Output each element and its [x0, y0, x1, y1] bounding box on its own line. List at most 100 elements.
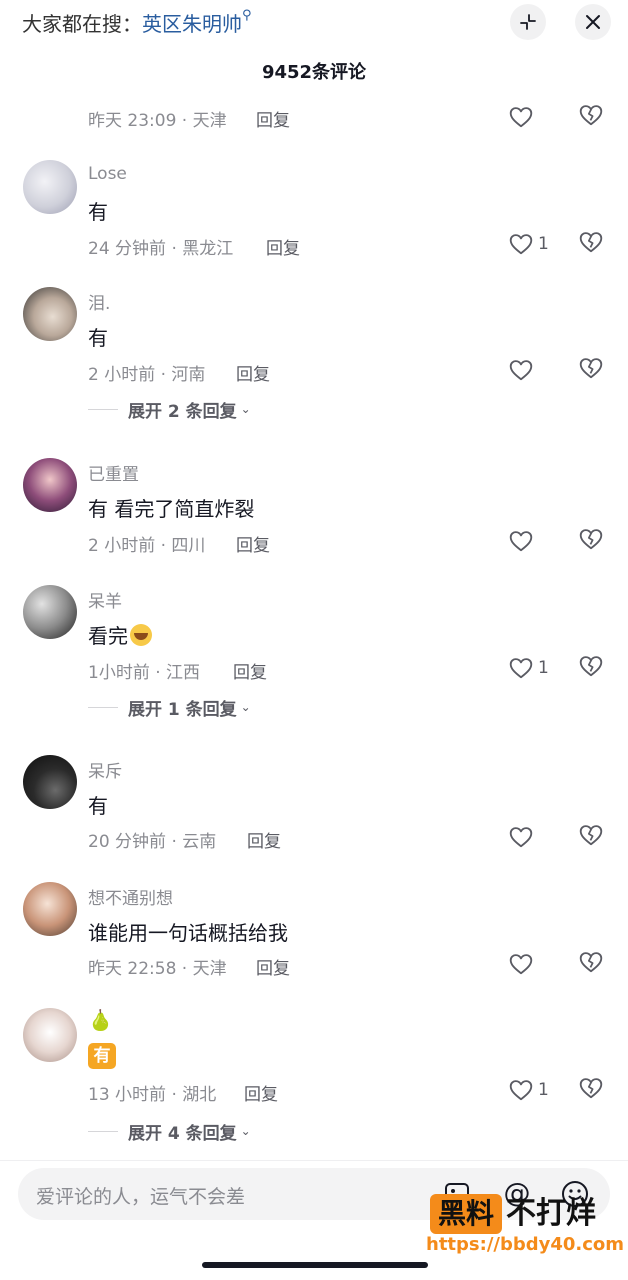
dislike-button[interactable] [578, 229, 608, 259]
broken-heart-icon [579, 952, 603, 973]
reply-button[interactable]: 回复 [236, 360, 270, 385]
expand-replies-button[interactable]: 展开 2 条回复 ⌄ [88, 397, 251, 422]
like-button[interactable] [508, 355, 556, 385]
comment-meta: 昨天 22:58 · 天津 [88, 959, 227, 979]
reply-button[interactable]: 回复 [244, 1080, 278, 1105]
broken-heart-icon [579, 825, 603, 846]
comment-meta: 2 小时前 · 河南 [88, 365, 206, 385]
comment-meta: 24 分钟前 · 黑龙江 [88, 239, 234, 259]
comment-text-value: 有 [88, 1043, 116, 1069]
comment-username[interactable]: 想不通别想 [88, 884, 173, 909]
like-count: 1 [538, 234, 549, 254]
search-suggestion[interactable]: 大家都在搜：英区朱明帅⚲ [22, 8, 252, 37]
reply-button[interactable]: 回复 [266, 234, 300, 259]
like-count: 1 [538, 658, 549, 678]
watermark-text: 不打烊 [506, 1196, 596, 1231]
broken-heart-icon [579, 656, 603, 677]
broken-heart-icon [579, 529, 603, 550]
broken-heart-icon [579, 1078, 603, 1099]
like-button[interactable] [508, 822, 556, 852]
broken-heart-icon [579, 358, 603, 379]
like-button[interactable] [508, 102, 556, 132]
avatar[interactable] [23, 585, 77, 639]
reply-button[interactable]: 回复 [236, 531, 270, 556]
expand-replies-label: 展开 4 条回复 [128, 1123, 237, 1144]
expand-replies-button[interactable]: 展开 4 条回复 ⌄ [88, 1119, 251, 1144]
reply-button[interactable]: 回复 [233, 658, 267, 683]
heart-icon [509, 658, 533, 679]
avatar[interactable] [23, 1008, 77, 1062]
top-bar: 大家都在搜：英区朱明帅⚲ [0, 0, 628, 44]
collapse-icon [520, 14, 536, 30]
comment-text-value: 看完 [88, 624, 128, 648]
close-icon [586, 15, 600, 29]
like-count: 1 [538, 1080, 549, 1100]
dislike-button[interactable] [578, 653, 608, 683]
dislike-button[interactable] [578, 526, 608, 556]
search-suggestion-keyword[interactable]: 英区朱明帅 [142, 12, 242, 36]
dislike-button[interactable] [578, 102, 608, 132]
comment-text: 有 [88, 200, 108, 224]
reply-button[interactable]: 回复 [256, 954, 290, 979]
comment-text: 有 [88, 326, 108, 350]
comment-text: 有 [88, 1042, 116, 1069]
avatar[interactable] [23, 160, 77, 214]
comment-username[interactable]: 🍐 [88, 1008, 113, 1032]
expand-divider [88, 706, 118, 708]
heart-icon [509, 360, 533, 381]
dislike-button[interactable] [578, 1075, 608, 1105]
input-divider [0, 1160, 628, 1161]
comment-username[interactable]: Lose [88, 164, 127, 184]
close-button[interactable] [575, 4, 611, 40]
dislike-button[interactable] [578, 822, 608, 852]
comment-username[interactable]: 呆斥 [88, 757, 122, 782]
like-button[interactable]: 1 [508, 229, 556, 259]
watermark-url: https://bbdy40.com [426, 1234, 625, 1255]
heart-icon [509, 531, 533, 552]
like-button[interactable]: 1 [508, 1075, 556, 1105]
chevron-down-icon: ⌄ [240, 700, 251, 714]
expand-divider [88, 1130, 118, 1132]
comment-username[interactable]: 呆羊 [88, 587, 122, 612]
comment-meta: 2 小时前 · 四川 [88, 536, 206, 556]
comment-meta: 昨天 23:09 · 天津 [88, 111, 227, 131]
expand-replies-button[interactable]: 展开 1 条回复 ⌄ [88, 695, 251, 720]
comment-input-placeholder: 爱评论的人，运气不会差 [36, 1186, 246, 1208]
heart-icon [509, 1080, 533, 1101]
comment-meta: 20 分钟前 · 云南 [88, 832, 217, 852]
comment-meta: 13 小时前 · 湖北 [88, 1085, 217, 1105]
heart-icon [509, 954, 533, 975]
expand-divider [88, 408, 118, 410]
comment-text: 看完 [88, 620, 152, 649]
like-button[interactable] [508, 949, 556, 979]
avatar[interactable] [23, 458, 77, 512]
comment-username[interactable]: 泪. [88, 289, 110, 314]
dislike-button[interactable] [578, 355, 608, 385]
comment-meta: 1小时前 · 江西 [88, 663, 201, 683]
watermark: 黑料 不打烊 https://bbdy40.com [426, 1190, 624, 1264]
watermark-logo-box: 黑料 [430, 1194, 502, 1234]
like-button[interactable]: 1 [508, 653, 556, 683]
heart-icon [509, 827, 533, 848]
expand-replies-label: 展开 1 条回复 [128, 699, 237, 720]
chevron-down-icon: ⌄ [240, 1124, 251, 1138]
collapse-button[interactable] [510, 4, 546, 40]
avatar[interactable] [23, 882, 77, 936]
heart-icon [509, 107, 533, 128]
search-icon: ⚲ [242, 8, 252, 23]
chevron-down-icon: ⌄ [240, 402, 251, 416]
comment-username[interactable]: 已重置 [88, 460, 139, 485]
broken-heart-icon [579, 232, 603, 253]
avatar[interactable] [23, 287, 77, 341]
dislike-button[interactable] [578, 949, 608, 979]
comment-text: 谁能用一句话概括给我 [88, 921, 288, 945]
reply-button[interactable]: 回复 [256, 106, 290, 131]
comment-text: 有 看完了简直炸裂 [88, 497, 255, 521]
heart-icon [509, 234, 533, 255]
comment-count-title: 9452条评论 [261, 62, 367, 83]
home-indicator [202, 1262, 428, 1268]
like-button[interactable] [508, 526, 556, 556]
avatar[interactable] [23, 755, 77, 809]
reply-button[interactable]: 回复 [247, 827, 281, 852]
comment-text: 有 [88, 794, 108, 818]
